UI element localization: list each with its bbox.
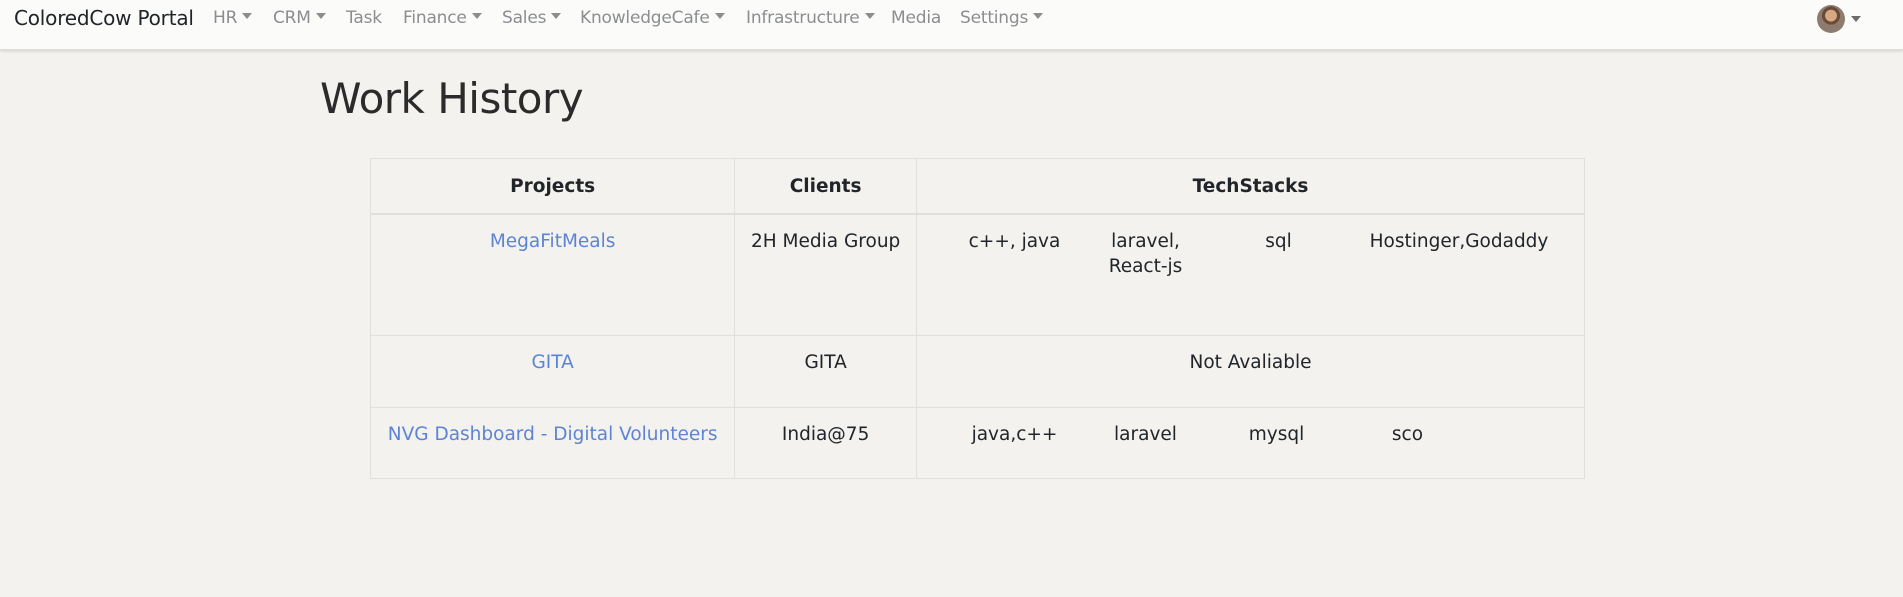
nav-settings[interactable]: Settings xyxy=(960,8,1044,28)
techstack-item: laravel xyxy=(1114,424,1177,445)
table-row: NVG Dashboard - Digital Volunteers India… xyxy=(369,407,1585,479)
techstack-item: sql xyxy=(1265,231,1292,252)
table-row: MegaFitMeals 2H Media Group c++, java la… xyxy=(369,213,1585,336)
techstack-item: java,c++ xyxy=(971,424,1058,445)
project-cell: NVG Dashboard - Digital Volunteers xyxy=(369,407,736,479)
project-cell: MegaFitMeals xyxy=(369,213,736,336)
project-link[interactable]: GITA xyxy=(531,352,573,373)
techstack-item: Hostinger,Godaddy xyxy=(1369,231,1549,252)
page-title: Work History xyxy=(320,74,584,123)
nav-crm[interactable]: CRM xyxy=(273,8,326,28)
nav-task-label: Task xyxy=(346,8,382,28)
nav-finance-label: Finance xyxy=(403,8,467,28)
nav-media[interactable]: Media xyxy=(891,8,941,28)
techstack-item: mysql xyxy=(1248,424,1305,445)
project-cell: GITA xyxy=(369,335,736,408)
nav-hr[interactable]: HR xyxy=(213,8,253,28)
table-header-row: Projects Clients TechStacks xyxy=(369,158,1585,215)
techstack-cell: c++, java laravel, React-js sql Hostinge… xyxy=(916,213,1585,336)
column-header-techstacks: TechStacks xyxy=(916,158,1585,215)
techstack-cell: java,c++ laravel mysql sco xyxy=(916,407,1585,479)
chevron-down-icon xyxy=(1033,13,1044,19)
top-navbar: ColoredCow Portal HR CRM Task Finance Sa… xyxy=(0,0,1903,50)
nav-task[interactable]: Task xyxy=(346,8,382,28)
nav-sales[interactable]: Sales xyxy=(502,8,562,28)
client-cell: 2H Media Group xyxy=(734,213,917,336)
column-header-clients: Clients xyxy=(734,158,917,215)
nav-crm-label: CRM xyxy=(273,8,311,28)
nav-settings-label: Settings xyxy=(960,8,1029,28)
chevron-down-icon xyxy=(1851,15,1861,22)
nav-finance[interactable]: Finance xyxy=(403,8,482,28)
nav-infrastructure[interactable]: Infrastructure xyxy=(746,8,875,28)
chevron-down-icon xyxy=(471,13,482,19)
work-history-table: Projects Clients TechStacks MegaFitMeals… xyxy=(369,158,1585,479)
nav-media-label: Media xyxy=(891,8,942,28)
techstack-empty-cell: Not Avaliable xyxy=(916,335,1585,408)
chevron-down-icon xyxy=(551,13,562,19)
nav-sales-label: Sales xyxy=(502,8,547,28)
techstack-item: c++, java xyxy=(968,231,1061,252)
avatar xyxy=(1817,5,1845,33)
nav-knowledgecafe[interactable]: KnowledgeCafe xyxy=(580,8,725,28)
techstack-item: laravel, React-js xyxy=(1108,231,1183,277)
client-cell: India@75 xyxy=(734,407,917,479)
table-row: GITA GITA Not Avaliable xyxy=(369,335,1585,408)
chevron-down-icon xyxy=(315,13,326,19)
project-link[interactable]: MegaFitMeals xyxy=(490,231,616,252)
nav-knowledgecafe-label: KnowledgeCafe xyxy=(580,8,710,28)
user-menu[interactable] xyxy=(1817,5,1861,33)
techstack-item: sco xyxy=(1391,424,1424,445)
nav-hr-label: HR xyxy=(213,8,238,28)
brand-link[interactable]: ColoredCow Portal xyxy=(14,6,194,30)
client-cell: GITA xyxy=(734,335,917,408)
chevron-down-icon xyxy=(864,13,875,19)
chevron-down-icon xyxy=(714,13,725,19)
chevron-down-icon xyxy=(242,13,253,19)
column-header-projects: Projects xyxy=(369,158,736,215)
nav-infrastructure-label: Infrastructure xyxy=(746,8,860,28)
project-link[interactable]: NVG Dashboard - Digital Volunteers xyxy=(388,424,718,445)
